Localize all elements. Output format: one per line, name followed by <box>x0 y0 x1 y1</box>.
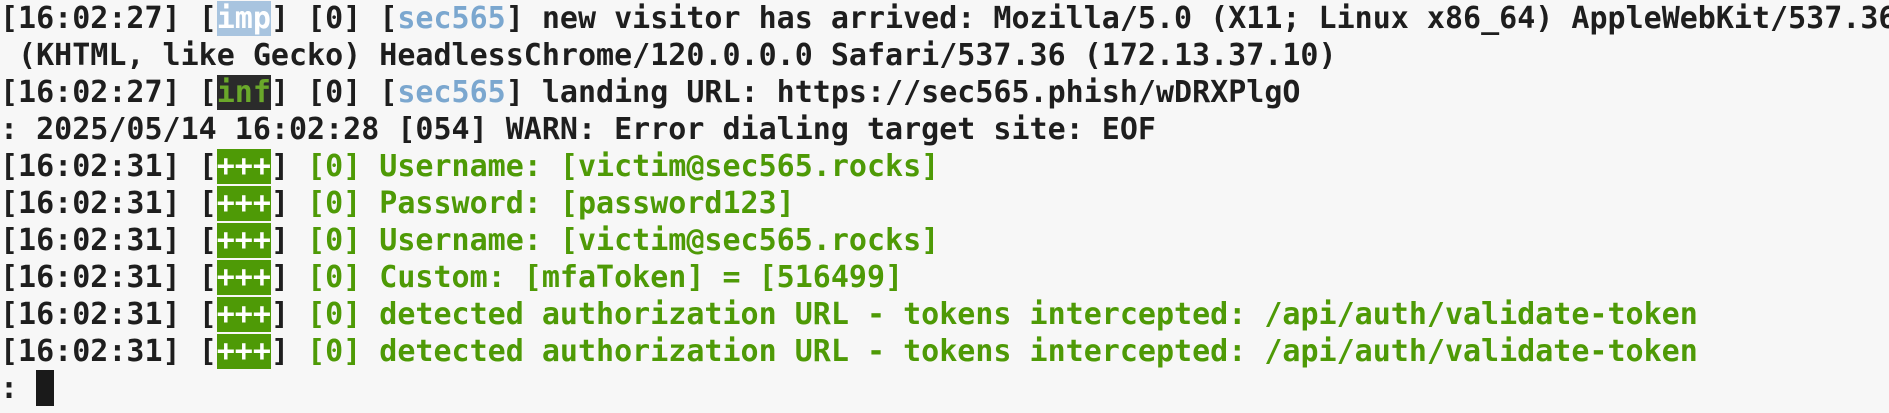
log-line-visitor: [16:02:27] [imp] [0] [sec565] new visito… <box>0 0 1889 37</box>
log-line-landing-url: [16:02:27] [inf] [0] [sec565] landing UR… <box>0 75 1301 110</box>
index: [0] <box>307 75 362 110</box>
level-badge-inf: inf <box>216 75 271 110</box>
log-message: [0] Username: [victim@sec565.rocks] <box>307 149 940 184</box>
level-badge-success: +++ <box>216 149 271 184</box>
level-badge-success: +++ <box>216 186 271 221</box>
timestamp: [16:02:31] <box>0 149 181 184</box>
timestamp: [16:02:27] <box>0 1 181 36</box>
timestamp: [16:02:27] <box>0 75 181 110</box>
terminal-window[interactable]: [16:02:27] [imp] [0] [sec565] new visito… <box>0 0 1889 413</box>
log-line-warning: : 2025/05/14 16:02:28 [054] WARN: Error … <box>0 112 1156 147</box>
session-name: sec565 <box>397 75 506 110</box>
timestamp: [16:02:31] <box>0 334 181 369</box>
timestamp: [16:02:31] <box>0 297 181 332</box>
log-message: [0] Password: [password123] <box>307 186 795 221</box>
log-line-captured: [16:02:31] [+++] [0] detected authorizat… <box>0 334 1698 369</box>
log-line-captured: [16:02:31] [+++] [0] detected authorizat… <box>0 297 1698 332</box>
log-line-captured: [16:02:31] [+++] [0] Username: [victim@s… <box>0 223 940 258</box>
log-message: [0] detected authorization URL - tokens … <box>307 334 1698 369</box>
timestamp: [16:02:31] <box>0 260 181 295</box>
log-line-captured: [16:02:31] [+++] [0] Username: [victim@s… <box>0 149 940 184</box>
level-badge-success: +++ <box>216 297 271 332</box>
text-cursor[interactable] <box>36 370 55 406</box>
level-badge-success: +++ <box>216 260 271 295</box>
log-line-visitor-continued: (KHTML, like Gecko) HeadlessChrome/120.0… <box>0 38 1337 73</box>
log-message: new visitor has arrived: Mozilla/5.0 (X1… <box>523 1 1889 36</box>
log-message: [0] detected authorization URL - tokens … <box>307 297 1698 332</box>
log-message: [0] Custom: [mfaToken] = [516499] <box>307 260 904 295</box>
timestamp: [16:02:31] <box>0 186 181 221</box>
log-line-captured: [16:02:31] [+++] [0] Custom: [mfaToken] … <box>0 260 904 295</box>
index: [0] <box>307 1 362 36</box>
log-message: [0] Username: [victim@sec565.rocks] <box>307 223 940 258</box>
log-message: landing URL: https://sec565.phish/wDRXPl… <box>523 75 1301 110</box>
timestamp: [16:02:31] <box>0 223 181 258</box>
session-name: sec565 <box>397 1 506 36</box>
prompt-symbol: : <box>0 371 37 406</box>
command-prompt[interactable]: : <box>0 370 1889 407</box>
level-badge-success: +++ <box>216 334 271 369</box>
level-badge-success: +++ <box>216 223 271 258</box>
log-line-captured: [16:02:31] [+++] [0] Password: [password… <box>0 186 795 221</box>
level-badge-imp: imp <box>216 1 271 36</box>
